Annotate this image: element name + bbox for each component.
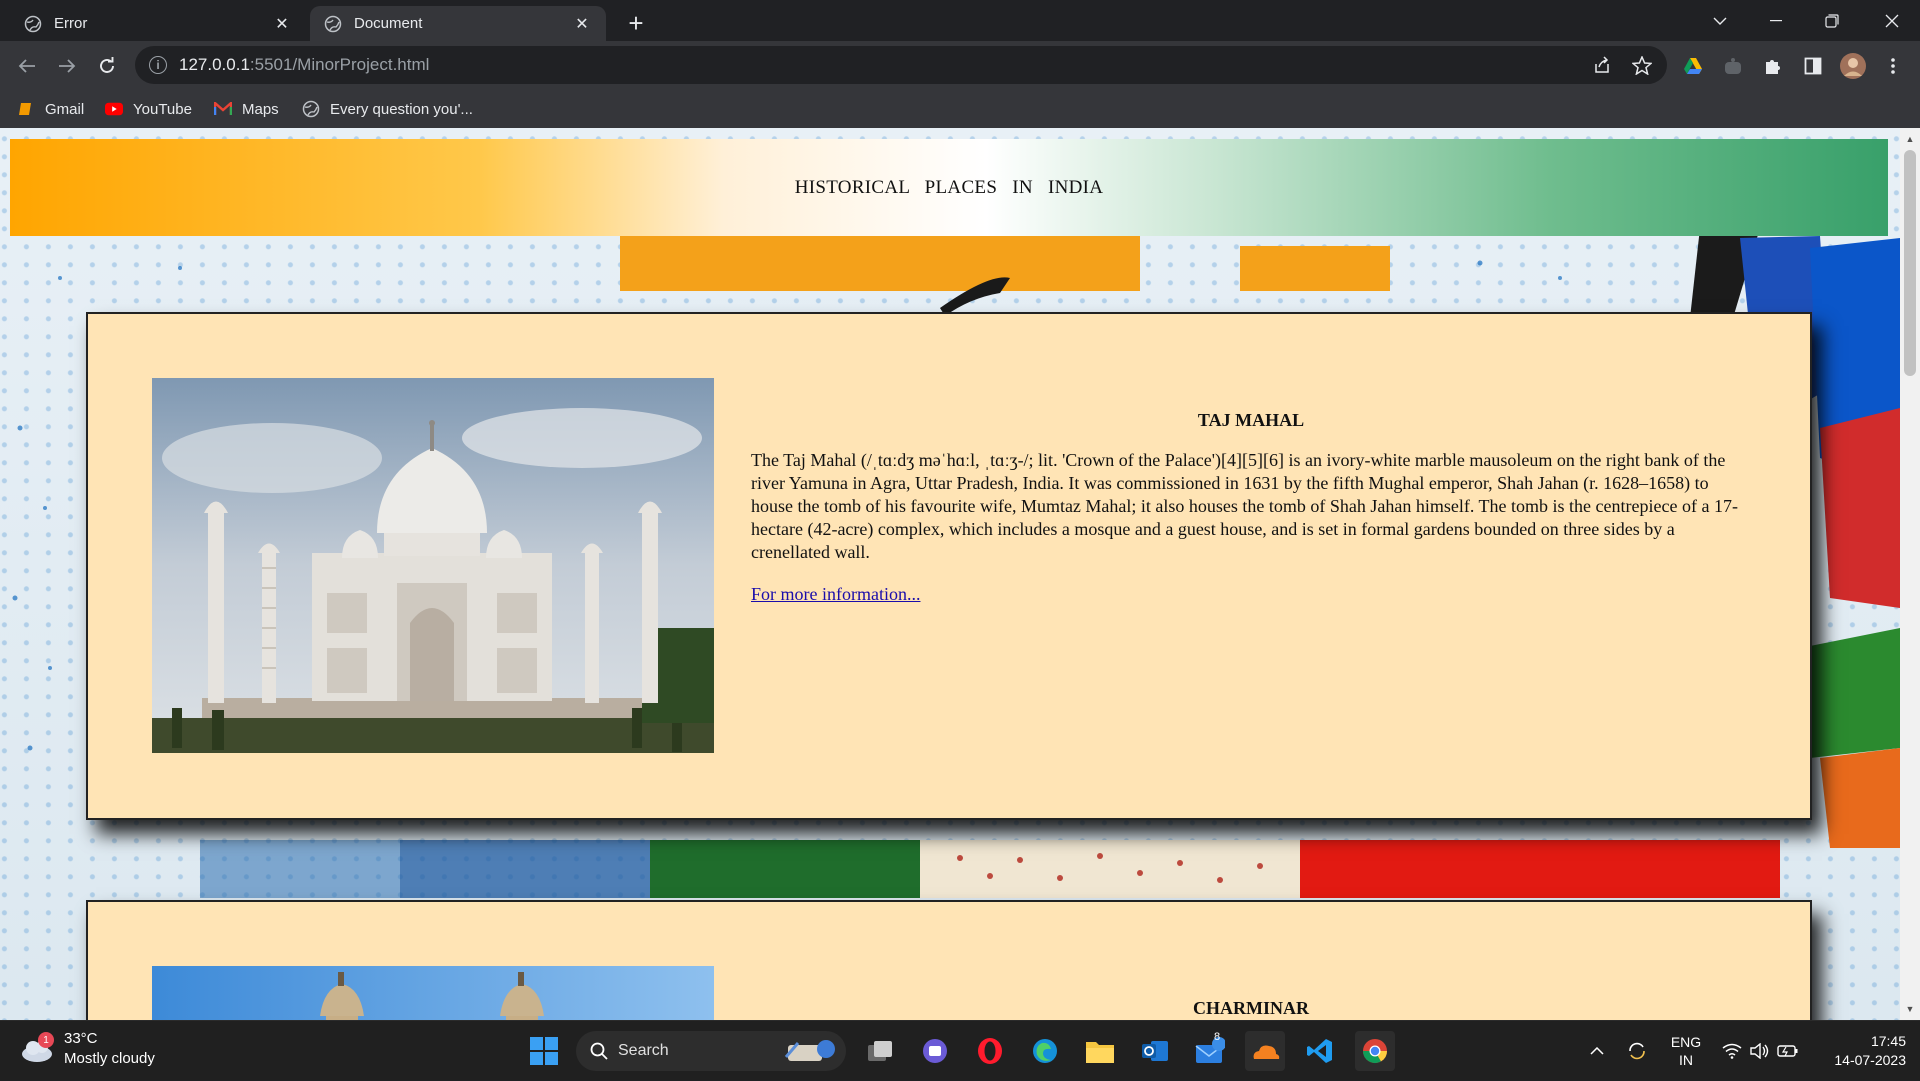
page-viewport: HISTORICAL PLACES IN INDIA TAJ MAHAL The… [0,128,1900,1020]
clock-date: 14-07-2023 [1834,1052,1906,1068]
extensions-puzzle-icon[interactable] [1759,52,1787,80]
card-description: The Taj Mahal (/ˌtɑːdʒ məˈhɑːl, ˌtɑːʒ-/;… [751,450,1738,562]
battery-icon[interactable] [1776,1021,1800,1081]
charminar-image [152,966,714,1020]
bookmark-gmail[interactable]: Gmail [17,98,84,120]
scrollbar-thumb[interactable] [1904,150,1916,376]
close-tab-icon[interactable]: ✕ [272,14,292,34]
task-view-icon[interactable] [860,1031,900,1071]
bookmarks-bar: Gmail YouTube Maps Every question you'..… [0,90,1920,128]
windows-taskbar: 1 33°C Mostly cloudy Search 8 ENG IN 17:… [0,1020,1920,1080]
outlook-icon[interactable] [1135,1031,1175,1071]
sync-icon[interactable] [1622,1021,1652,1081]
place-card-charminar: CHARMINAR [86,900,1812,1020]
search-label: Search [618,1042,669,1059]
tab-error[interactable]: Error ✕ [10,6,306,41]
bookmark-label: Gmail [45,100,85,118]
share-icon[interactable] [1587,46,1617,84]
url-host: 127.0.0.1 [179,55,250,74]
weather-temperature: 33°C [64,1030,98,1047]
bookmark-label: Maps [242,100,279,118]
search-highlight-icon [780,1037,838,1070]
opera-browser-icon[interactable] [970,1031,1010,1071]
maps-icon [214,100,232,118]
clock-time: 17:45 [1870,1033,1906,1049]
card-title: CHARMINAR [1193,998,1309,1018]
teams-chat-icon[interactable] [915,1031,955,1071]
address-bar[interactable]: i 127.0.0.1:5501/MinorProject.html [135,46,1667,84]
tab-search-chevron-icon[interactable] [1692,0,1748,41]
windows-start-icon[interactable] [524,1031,564,1071]
url-path: :5501/MinorProject.html [249,55,430,74]
bookmark-star-icon[interactable] [1627,46,1657,84]
file-explorer-icon[interactable] [1080,1031,1120,1071]
youtube-icon [105,100,123,118]
forward-arrow-icon[interactable] [51,50,83,82]
reload-icon[interactable] [91,50,123,82]
new-tab-button[interactable]: + [621,8,651,38]
restore-button[interactable] [1804,0,1860,41]
tab-title: Error [54,15,88,32]
bookmark-youtube[interactable]: YouTube [105,98,192,120]
clock[interactable]: 17:45 14-07-2023 [1816,1021,1906,1081]
browser-toolbar: i 127.0.0.1:5501/MinorProject.html [0,41,1920,90]
mail-badge: 8 [1214,1031,1221,1043]
close-tab-icon[interactable]: ✕ [572,14,592,34]
side-panel-icon[interactable] [1799,52,1827,80]
bookmark-maps[interactable]: Maps [214,98,279,120]
search-icon [590,1042,608,1060]
language-top: ENG [1670,1034,1702,1050]
gmail-icon [17,100,35,118]
place-card-taj-mahal: TAJ MAHAL The Taj Mahal (/ˌtɑːdʒ məˈhɑːl… [86,312,1812,820]
show-hidden-icons-chevron-icon[interactable] [1582,1021,1612,1081]
edge-browser-icon[interactable] [1025,1031,1065,1071]
extension-robot-icon[interactable] [1719,52,1747,80]
vscode-icon[interactable] [1300,1031,1340,1071]
weather-description: Mostly cloudy [64,1050,155,1067]
bookmark-label: YouTube [133,100,192,118]
bookmark-label: Every question you'... [330,100,473,118]
back-arrow-icon[interactable] [11,50,43,82]
google-drive-icon[interactable] [1679,52,1707,80]
language-bottom: IN [1679,1052,1693,1068]
minimize-button[interactable] [1748,0,1804,41]
profile-avatar[interactable] [1839,52,1867,80]
menu-kebab-icon[interactable] [1879,52,1907,80]
close-window-button[interactable] [1864,0,1920,41]
card-title: TAJ MAHAL [1197,410,1305,430]
cloudflare-warp-icon[interactable] [1245,1031,1285,1071]
more-info-link[interactable]: For more information... [751,584,920,605]
taj-mahal-image [152,378,714,753]
card-text: CHARMINAR [751,998,1751,1020]
page-scrollbar[interactable]: ▲ ▼ [1900,128,1920,1020]
weather-badge: 1 [38,1032,54,1048]
volume-icon[interactable] [1748,1021,1772,1081]
globe-icon [24,15,42,33]
scroll-down-arrow-icon[interactable]: ▼ [1900,1000,1920,1018]
chrome-icon[interactable] [1355,1031,1395,1071]
card-text: TAJ MAHAL The Taj Mahal (/ˌtɑːdʒ məˈhɑːl… [751,410,1751,605]
page-header: HISTORICAL PLACES IN INDIA [10,139,1888,236]
scroll-up-arrow-icon[interactable]: ▲ [1900,130,1920,148]
taskbar-search[interactable]: Search [576,1031,846,1071]
weather-widget[interactable]: 1 33°C Mostly cloudy [20,1029,155,1069]
wifi-icon[interactable] [1720,1021,1744,1081]
mail-icon[interactable]: 8 [1190,1031,1230,1071]
bookmark-every-question[interactable]: Every question you'... [302,98,473,120]
cloudy-weather-icon: 1 [20,1032,54,1064]
site-info-icon[interactable]: i [149,56,167,74]
globe-icon [302,100,320,118]
tab-strip: Error ✕ Document ✕ + [0,0,1920,41]
globe-icon [324,15,342,33]
tab-document[interactable]: Document ✕ [310,6,606,41]
tab-title: Document [354,15,423,32]
language-indicator[interactable]: ENG IN [1662,1021,1710,1081]
page-title: HISTORICAL PLACES IN INDIA [794,176,1104,198]
